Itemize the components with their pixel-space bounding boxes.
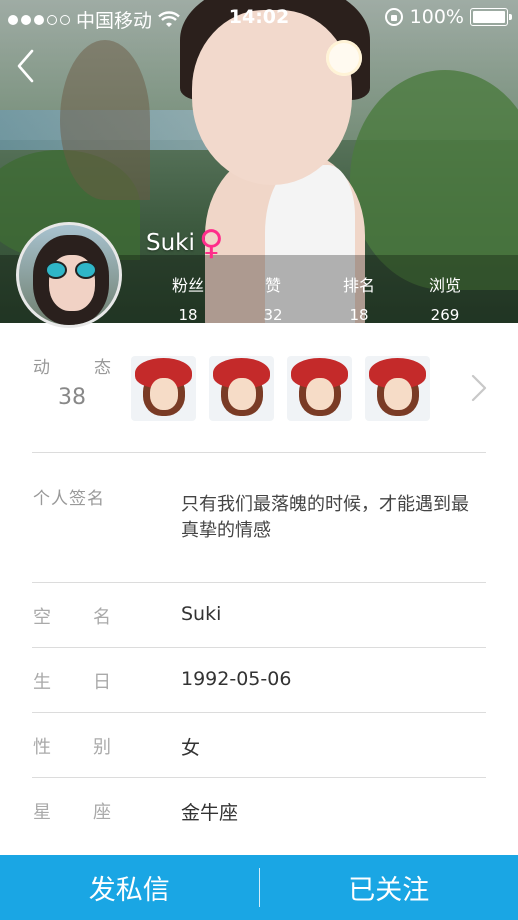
stat-value: 18 bbox=[178, 306, 198, 324]
info-value: 1992-05-06 bbox=[181, 668, 292, 690]
chevron-right-icon[interactable] bbox=[470, 373, 488, 403]
dynamics-label-char: 态 bbox=[94, 358, 111, 378]
cover-flower bbox=[326, 40, 362, 76]
dynamics-thumbnail[interactable] bbox=[209, 356, 274, 421]
divider bbox=[32, 452, 486, 453]
info-label: 生 日 bbox=[33, 668, 111, 694]
stat-likes[interactable]: 赞 32 bbox=[238, 272, 308, 324]
dynamics-thumbnail[interactable] bbox=[365, 356, 430, 421]
dynamics-thumbnail[interactable] bbox=[287, 356, 352, 421]
info-label-char: 空 bbox=[33, 607, 51, 628]
female-icon: ♀ bbox=[198, 223, 224, 263]
info-row-gender: 性 别 女 bbox=[0, 713, 518, 777]
dynamics-label: 动 态 bbox=[33, 353, 111, 378]
stat-label: 排名 bbox=[342, 276, 375, 295]
profile-name-row: Suki ♀ bbox=[146, 223, 224, 263]
dynamics-count: 38 bbox=[58, 385, 86, 410]
cover-girl-face bbox=[192, 10, 352, 185]
info-row-zodiac: 星 座 金牛座 bbox=[0, 778, 518, 842]
info-label: 空 名 bbox=[33, 603, 111, 629]
stat-rank[interactable]: 排名 18 bbox=[324, 272, 394, 324]
info-label-char: 名 bbox=[93, 607, 111, 628]
info-label-char: 性 bbox=[33, 737, 51, 758]
info-row-nickname: 空 名 Suki bbox=[0, 583, 518, 647]
dynamics-row[interactable]: 动 态 38 bbox=[0, 323, 518, 453]
info-label-char: 生 bbox=[33, 672, 51, 693]
info-label: 性 别 bbox=[33, 733, 111, 759]
info-row-birthday: 生 日 1992-05-06 bbox=[0, 648, 518, 712]
cover-trunk bbox=[60, 40, 150, 200]
info-label-char: 别 bbox=[93, 737, 111, 758]
info-label-char: 座 bbox=[93, 802, 111, 823]
info-label: 星 座 bbox=[33, 798, 111, 824]
back-chevron-icon[interactable] bbox=[12, 48, 42, 84]
info-value: 女 bbox=[181, 737, 201, 759]
info-value: Suki bbox=[181, 603, 222, 625]
info-value: 金牛座 bbox=[181, 802, 239, 824]
info-label-char: 日 bbox=[93, 672, 111, 693]
bottom-action-bar: 发私信 已关注 bbox=[0, 855, 518, 920]
stat-value: 18 bbox=[349, 306, 369, 324]
signature-label: 个人签名 bbox=[33, 489, 105, 509]
stat-value: 32 bbox=[263, 306, 283, 324]
stat-label: 浏览 bbox=[428, 276, 461, 295]
battery-icon bbox=[470, 8, 512, 26]
stat-fans[interactable]: 粉丝 18 bbox=[153, 272, 223, 324]
stat-views[interactable]: 浏览 269 bbox=[410, 272, 480, 324]
status-bar: 中国移动 14:02 100% bbox=[0, 0, 518, 34]
orientation-lock-icon bbox=[384, 8, 403, 26]
battery-percent: 100% bbox=[409, 6, 464, 28]
dynamics-thumbnail[interactable] bbox=[131, 356, 196, 421]
stat-label: 粉丝 bbox=[171, 276, 204, 295]
follow-button[interactable]: 已关注 bbox=[260, 855, 518, 920]
info-label-char: 星 bbox=[33, 802, 51, 823]
dynamics-label-char: 动 bbox=[33, 358, 50, 378]
signature-text: 只有我们最落魄的时候，才能遇到最真挚的情感 bbox=[181, 494, 469, 541]
profile-stats: 粉丝 18 赞 32 排名 18 浏览 269 bbox=[0, 272, 518, 324]
stat-label: 赞 bbox=[264, 276, 281, 295]
profile-name: Suki bbox=[146, 230, 195, 256]
stat-value: 269 bbox=[430, 306, 460, 324]
send-message-button[interactable]: 发私信 bbox=[0, 855, 259, 920]
